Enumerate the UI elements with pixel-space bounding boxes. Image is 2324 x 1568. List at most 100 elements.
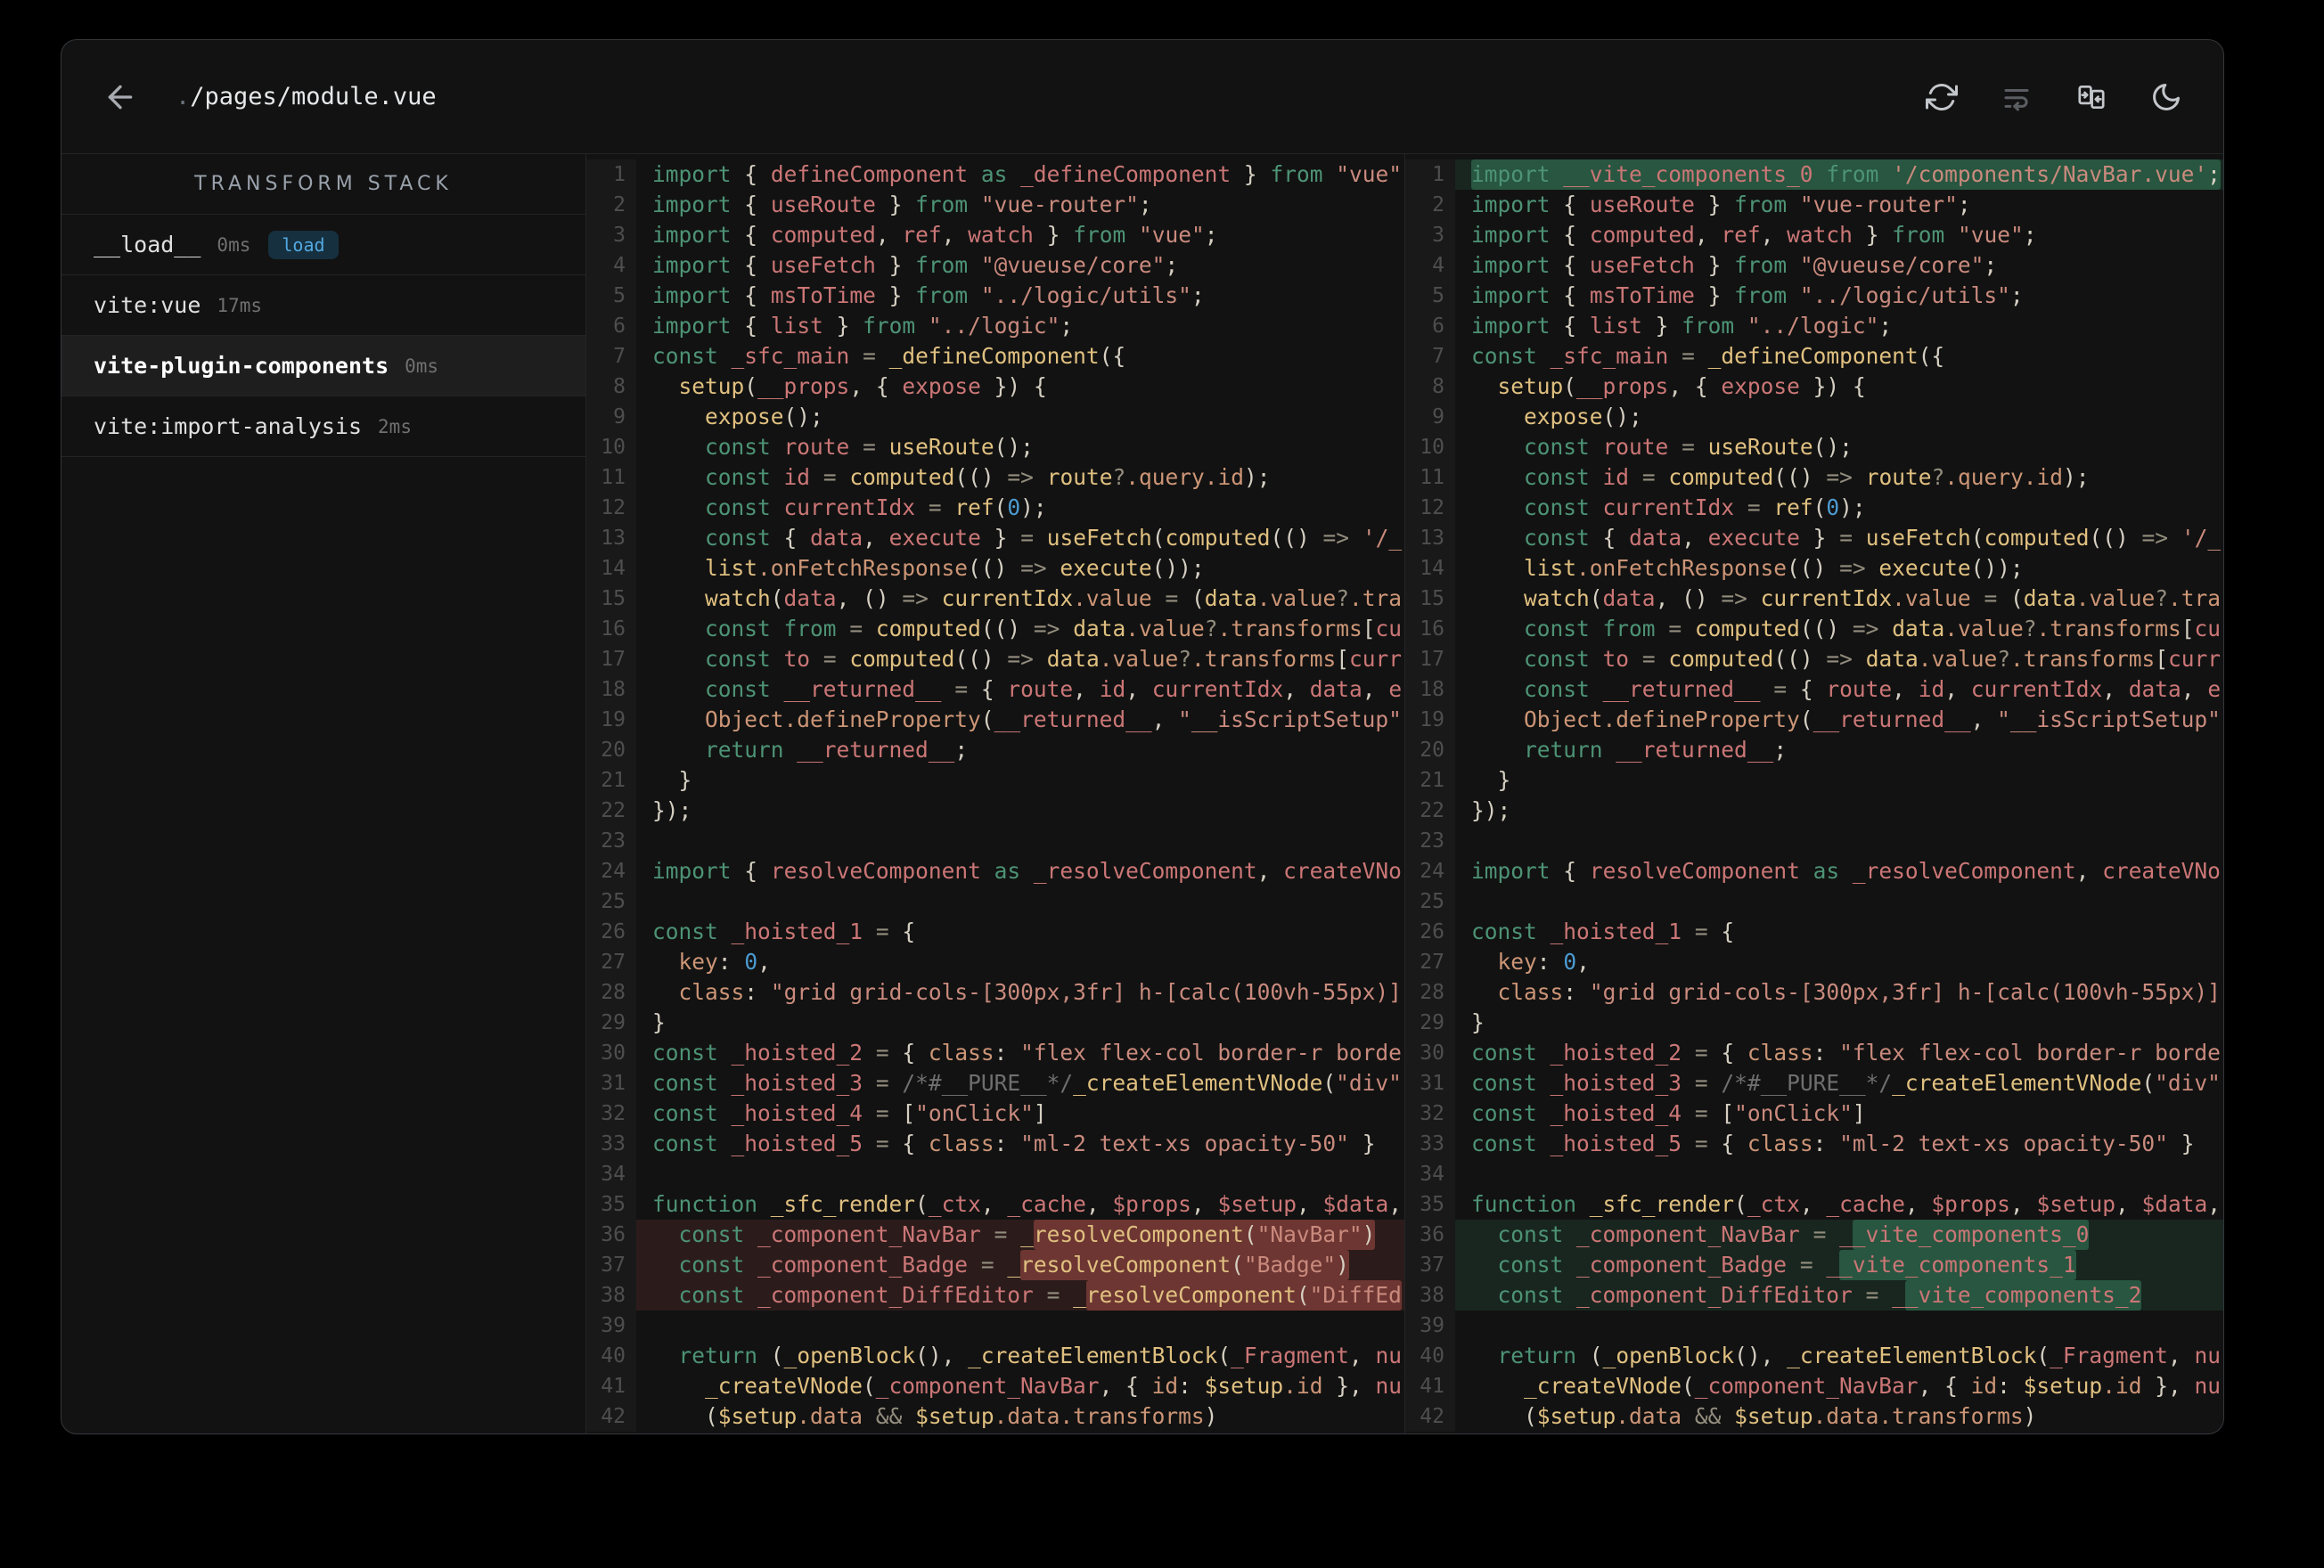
- line-number: 38: [1405, 1280, 1455, 1311]
- code-line: 42 ($setup.data && $setup.data.transform…: [586, 1401, 1404, 1432]
- code-text: const _component_NavBar = __vite_compone…: [1455, 1220, 2223, 1250]
- line-number: 30: [1405, 1038, 1455, 1068]
- line-number: 12: [586, 493, 636, 523]
- code-line: 19 Object.defineProperty(__returned__, "…: [586, 705, 1404, 735]
- code-line: 22});: [586, 796, 1404, 826]
- line-number: 35: [1405, 1189, 1455, 1220]
- dark-mode-moon-icon[interactable]: [2150, 81, 2182, 113]
- line-number: 2: [586, 190, 636, 220]
- line-number: 18: [1405, 674, 1455, 705]
- code-text: const from = computed(() => data.value?.…: [705, 616, 1403, 641]
- code-line: 18 const __returned__ = { route, id, cur…: [586, 674, 1404, 705]
- text-wrap-icon[interactable]: [2001, 81, 2033, 113]
- code-text: const _component_DiffEditor = __vite_com…: [1455, 1280, 2223, 1311]
- code-line: 20 return __returned__;: [586, 735, 1404, 765]
- code-line: 32 const _hoisted_4 = ["onClick"]: [1405, 1098, 2223, 1129]
- code-line: 26 const _hoisted_1 = {: [1405, 917, 2223, 947]
- code-line: 39: [586, 1311, 1404, 1341]
- code-line: 41 _createVNode(_component_NavBar, { id:…: [1405, 1371, 2223, 1401]
- line-number: 39: [586, 1311, 636, 1341]
- line-number: 41: [586, 1371, 636, 1401]
- code-line: 33 const _hoisted_5 = { class: "ml-2 text…: [1405, 1129, 2223, 1159]
- line-number: 11: [586, 462, 636, 493]
- line-number: 2: [1405, 190, 1455, 220]
- plugin-time: 17ms: [217, 294, 262, 316]
- code-line: 36 const _component_NavBar = _resolveCom…: [586, 1220, 1404, 1250]
- code-line: 40 return (_openBlock(), _createElementB…: [586, 1341, 1404, 1371]
- code-after: 1 import __vite_components_0 from '/compo…: [1405, 154, 2223, 1432]
- code-line: 31 const _hoisted_3 = /*#__PURE__*/_creat…: [586, 1068, 1404, 1098]
- code-text: const __returned__ = { route, id, curren…: [1524, 676, 2222, 702]
- code-text: import __vite_components_0 from '/compon…: [1455, 159, 2223, 190]
- merge-panels-icon[interactable]: [2075, 81, 2107, 113]
- page-title-path: /pages/module.vue: [190, 83, 437, 110]
- sidebar-item-load[interactable]: __load__ 0ms load: [61, 215, 585, 275]
- code-line: 8 setup(__props, { expose }) {: [586, 372, 1404, 402]
- code-line: 29}: [1405, 1008, 2223, 1038]
- code-line: 35 function _sfc_render(_ctx, _cache, $pr…: [1405, 1189, 2223, 1220]
- code-line: 16 const from = computed(() => data.valu…: [1405, 614, 2223, 644]
- line-number: 3: [586, 220, 636, 250]
- code-line: 10 const route = useRoute();: [1405, 432, 2223, 462]
- refresh-icon[interactable]: [1926, 81, 1958, 113]
- plugin-name: __load__: [94, 232, 201, 257]
- line-number: 17: [586, 644, 636, 674]
- line-number: 41: [1405, 1371, 1455, 1401]
- code-line: 38 const _component_DiffEditor = _resolv…: [586, 1280, 1404, 1311]
- sidebar-item-vite-vue[interactable]: vite:vue 17ms: [61, 275, 585, 336]
- code-text: const { data, execute } = useFetch(compu…: [1524, 525, 2222, 551]
- code-text: setup(__props, { expose }) {: [678, 373, 1047, 399]
- line-number: 1: [586, 159, 636, 190]
- sidebar-item-vite-plugin-components[interactable]: vite-plugin-components 0ms: [61, 336, 585, 396]
- code-line: 7 const _sfc_main = _defineComponent({: [1405, 341, 2223, 372]
- code-text: const _component_DiffEditor = _resolveCo…: [636, 1280, 1404, 1311]
- back-arrow-icon[interactable]: [102, 79, 138, 115]
- code-line: 24 import { resolveComponent as _resolveC…: [1405, 856, 2223, 886]
- line-number: 10: [586, 432, 636, 462]
- line-number: 28: [586, 977, 636, 1008]
- inspector-window: ./pages/module.vue TRANSFORM STACK __loa…: [61, 39, 2224, 1434]
- code-text: const _hoisted_3 = /*#__PURE__*/_createE…: [652, 1070, 1402, 1096]
- code-line: 14 list.onFetchResponse(() => execute())…: [1405, 553, 2223, 584]
- line-number: 34: [586, 1159, 636, 1189]
- code-text: import { computed, ref, watch } from "vu…: [652, 222, 1218, 248]
- code-line: 23: [586, 826, 1404, 856]
- code-line: 34: [1405, 1159, 2223, 1189]
- code-before: 1 import { defineComponent as _defineComp…: [586, 154, 1404, 1432]
- code-text: function _sfc_render(_ctx, _cache, $prop…: [652, 1191, 1403, 1217]
- line-number: 13: [586, 523, 636, 553]
- code-text: const __returned__ = { route, id, curren…: [705, 676, 1403, 702]
- code-line: 1 import __vite_components_0 from '/compo…: [1405, 159, 2223, 190]
- code-text: const id = computed(() => route?.query.i…: [1524, 464, 2090, 490]
- code-text: import { msToTime } from "../logic/utils…: [652, 282, 1205, 308]
- line-number: 10: [1405, 432, 1455, 462]
- code-line: 27 key: 0,: [586, 947, 1404, 977]
- code-line: 12 const currentIdx = ref(0);: [586, 493, 1404, 523]
- code-text: ($setup.data && $setup.data.transforms): [705, 1403, 1218, 1429]
- code-text: key: 0,: [1497, 949, 1590, 975]
- code-line: 28 class: "grid grid-cols-[300px,3fr] h-…: [1405, 977, 2223, 1008]
- code-text: const _hoisted_3 = /*#__PURE__*/_createE…: [1471, 1070, 2221, 1096]
- code-line: 15 watch(data, () => currentIdx.value = …: [586, 584, 1404, 614]
- code-text: const from = computed(() => data.value?.…: [1524, 616, 2222, 641]
- line-number: 24: [586, 856, 636, 886]
- line-number: 37: [1405, 1250, 1455, 1280]
- line-number: 31: [586, 1068, 636, 1098]
- sidebar-item-vite-import-analysis[interactable]: vite:import-analysis 2ms: [61, 396, 585, 457]
- code-text: setup(__props, { expose }) {: [1497, 373, 1866, 399]
- code-text: const currentIdx = ref(0);: [705, 494, 1047, 520]
- line-number: 26: [586, 917, 636, 947]
- code-line: 22});: [1405, 796, 2223, 826]
- code-text: expose();: [1524, 404, 1642, 429]
- code-text: key: 0,: [678, 949, 771, 975]
- line-number: 18: [586, 674, 636, 705]
- code-line: 28 class: "grid grid-cols-[300px,3fr] h-…: [586, 977, 1404, 1008]
- line-number: 6: [586, 311, 636, 341]
- code-text: import { resolveComponent as _resolveCom…: [1471, 858, 2221, 884]
- code-text: import { list } from "../logic";: [1471, 313, 1893, 339]
- line-number: 9: [586, 402, 636, 432]
- code-line: 21 }: [586, 765, 1404, 796]
